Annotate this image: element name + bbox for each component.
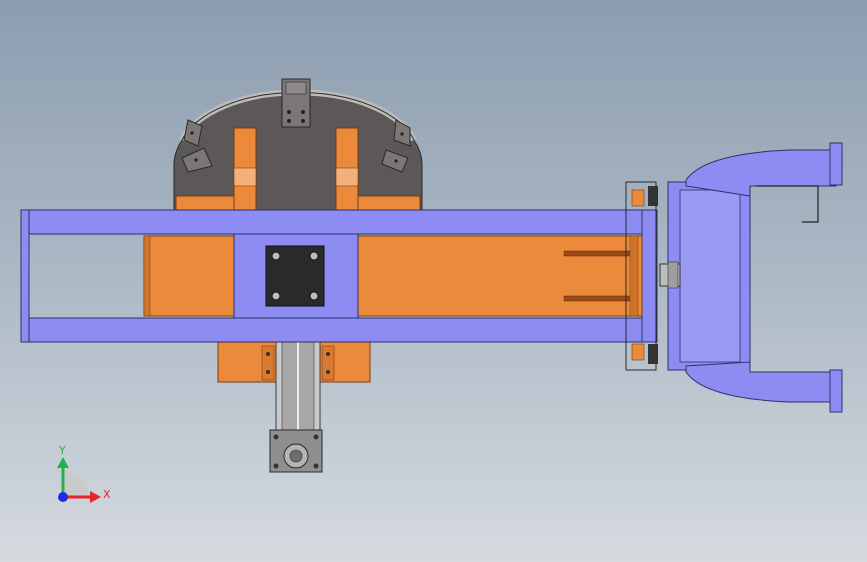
gripper-assembly-drawing: Y X (20, 78, 843, 503)
x-axis-label: X (103, 488, 111, 501)
triad-rotation-arc (63, 471, 89, 497)
left-slide-block (143, 235, 235, 317)
y-axis-label: Y (58, 444, 66, 457)
z-axis-origin (58, 492, 68, 502)
turntable (173, 78, 423, 211)
slide-blocks (143, 235, 643, 317)
coordinate-triad: Y X (57, 444, 111, 503)
cad-viewport[interactable]: Y X (0, 0, 867, 562)
frame-left-post (20, 209, 30, 343)
frame-top-rail (20, 209, 658, 235)
gripper-head (625, 142, 843, 413)
upper-jaw (685, 149, 837, 197)
center-hub (233, 233, 359, 319)
right-slide-block (357, 235, 643, 317)
frame-bottom-rail (20, 317, 658, 343)
pneumatic-cylinder (269, 341, 323, 473)
lower-jaw (685, 361, 837, 403)
frame-right-post (641, 209, 658, 343)
